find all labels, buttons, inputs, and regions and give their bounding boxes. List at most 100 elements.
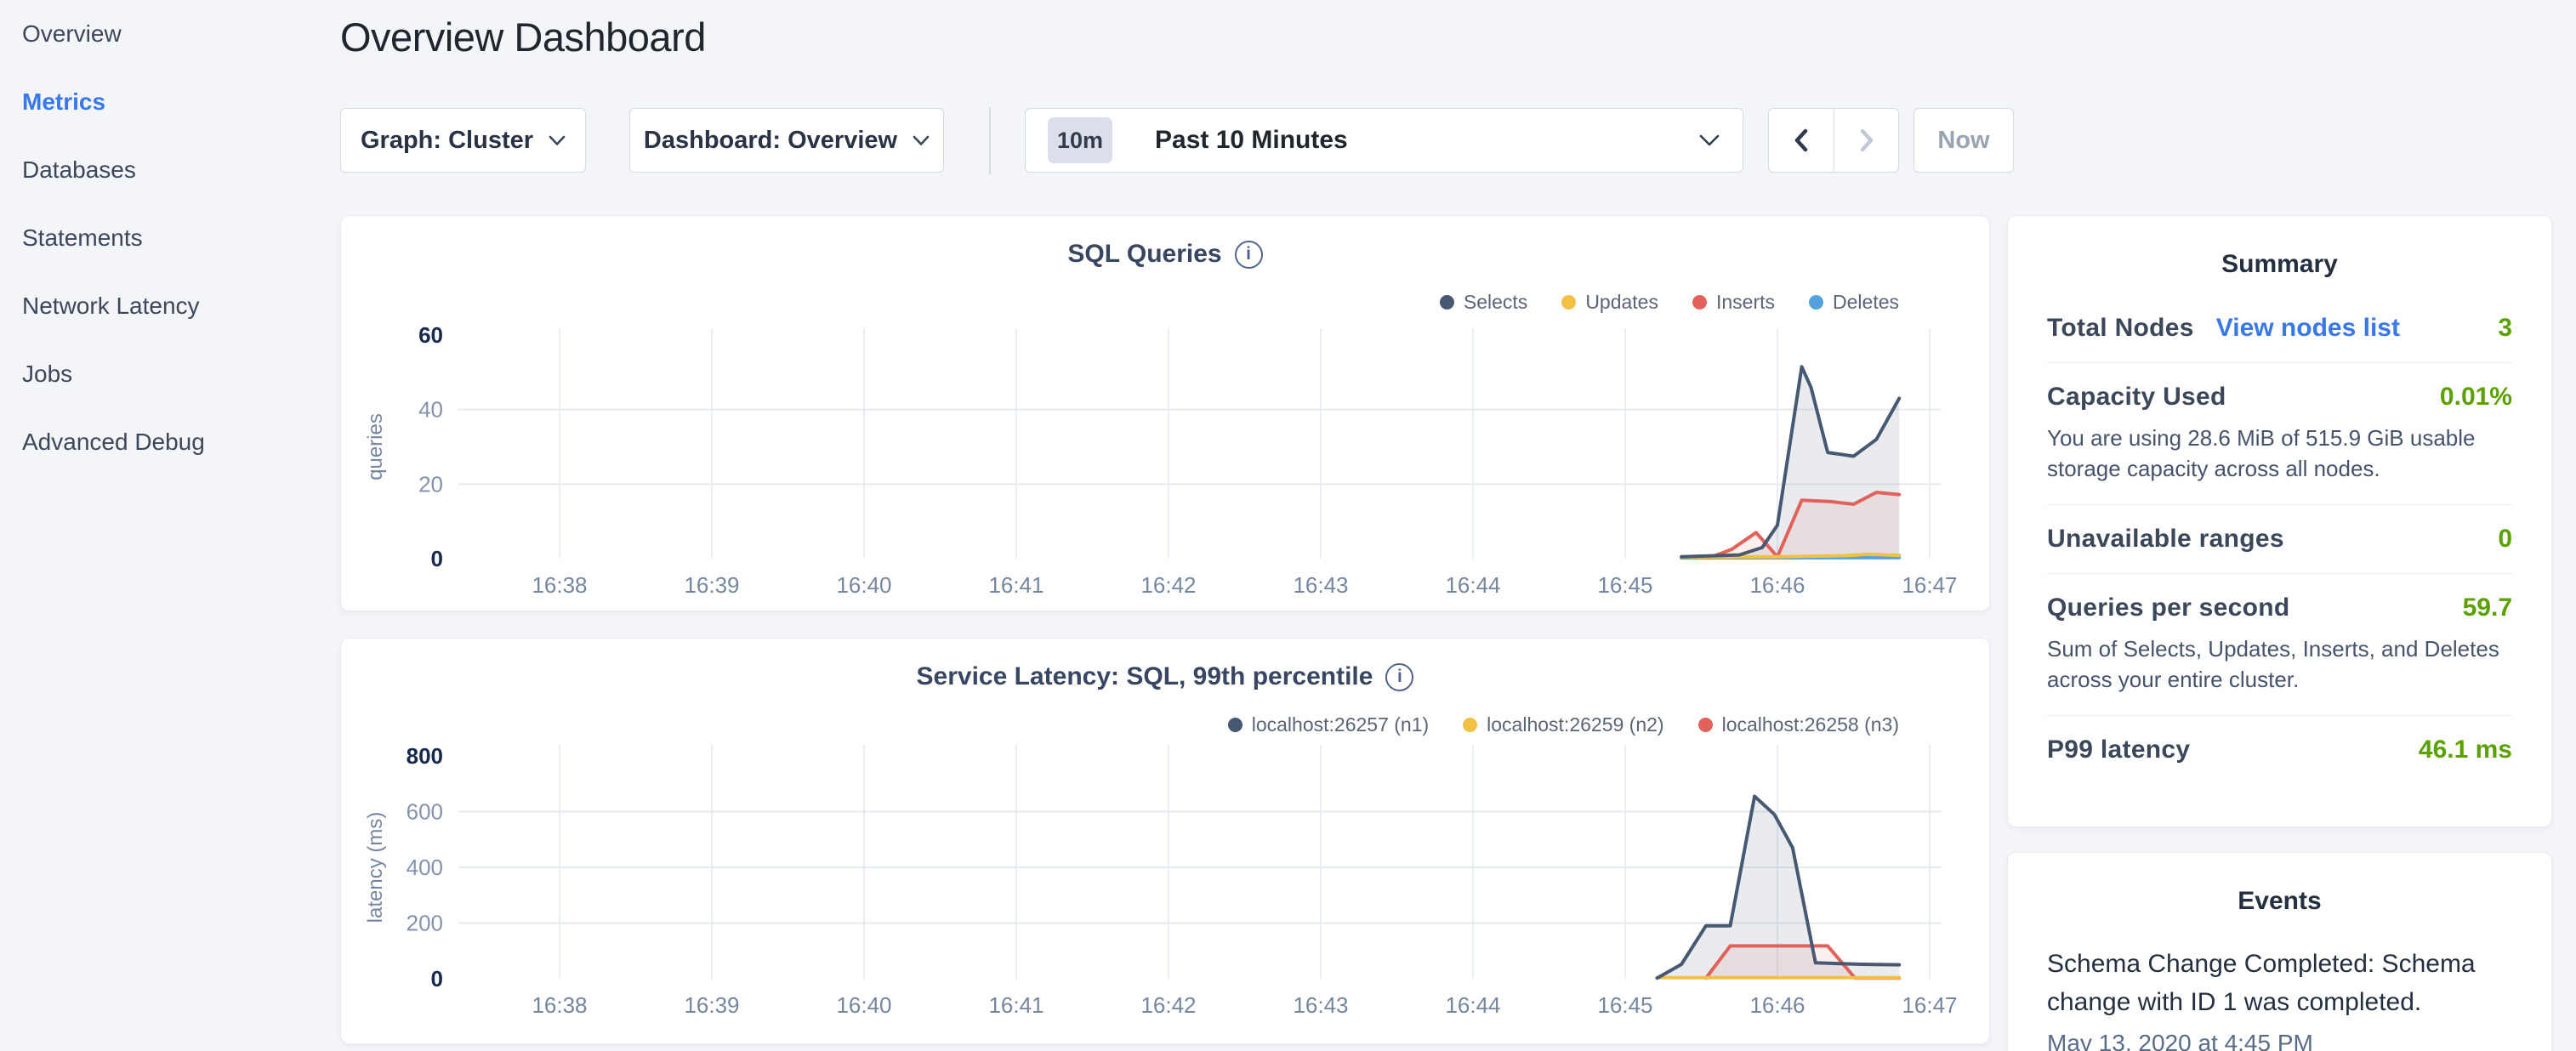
summary-desc: You are using 28.6 MiB of 515.9 GiB usab… — [2047, 423, 2512, 485]
sidebar-item-network-latency[interactable]: Network Latency — [0, 272, 340, 340]
summary-value: 3 — [2498, 314, 2512, 343]
summary-row-capacity-used: Capacity Used 0.01% You are using 28.6 M… — [2047, 363, 2512, 505]
chevron-left-icon — [1793, 128, 1810, 153]
y-tick-label: 40 — [418, 397, 443, 423]
dashboard-dropdown-label: Dashboard: Overview — [644, 127, 897, 155]
legend-dot-icon — [1440, 295, 1454, 310]
x-tick-label: 16:45 — [1597, 572, 1652, 598]
x-tick-label: 16:47 — [1902, 992, 1957, 1018]
legend-label: Inserts — [1716, 291, 1775, 314]
x-tick-label: 16:44 — [1445, 992, 1500, 1018]
summary-label: P99 latency — [2047, 736, 2190, 764]
summary-value: 0 — [2498, 525, 2512, 554]
summary-label: Queries per second — [2047, 594, 2290, 622]
summary-panel: Summary Total Nodes View nodes list 3 Ca… — [2007, 215, 2552, 827]
chart-title: Service Latency: SQL, 99th percentile — [917, 662, 1373, 691]
x-tick-label: 16:38 — [532, 572, 587, 598]
x-tick-label: 16:47 — [1902, 572, 1957, 598]
legend-label: localhost:26258 (n3) — [1722, 713, 1899, 736]
summary-value: 59.7 — [2463, 594, 2512, 622]
y-tick-label: 60 — [418, 322, 443, 348]
sidebar-item-advanced-debug[interactable]: Advanced Debug — [0, 408, 340, 476]
legend-dot-icon — [1463, 718, 1477, 732]
legend-item[interactable]: localhost:26257 (n1) — [1228, 713, 1429, 736]
legend-label: Deletes — [1833, 291, 1899, 314]
graph-scope-dropdown-label: Graph: Cluster — [361, 127, 533, 155]
info-icon[interactable] — [1385, 663, 1413, 691]
sidebar-item-metrics[interactable]: Metrics — [0, 68, 340, 136]
summary-label: Capacity Used — [2047, 383, 2226, 412]
metrics-page: Overview Metrics Databases Statements Ne… — [0, 0, 2576, 1051]
events-panel: Events Schema Change Completed: Schema c… — [2007, 852, 2552, 1051]
chart-title-row: Service Latency: SQL, 99th percentile — [341, 662, 1989, 691]
summary-value: 0.01% — [2440, 383, 2512, 412]
toolbar-divider — [989, 107, 991, 174]
x-tick-label: 16:43 — [1293, 992, 1348, 1018]
summary-row-unavailable-ranges: Unavailable ranges 0 — [2047, 505, 2512, 574]
legend-label: Selects — [1464, 291, 1527, 314]
legend-dot-icon — [1809, 295, 1823, 310]
sidebar-item-jobs[interactable]: Jobs — [0, 340, 340, 408]
summary-desc: Sum of Selects, Updates, Inserts, and De… — [2047, 633, 2512, 696]
legend-dot-icon — [1698, 718, 1713, 732]
legend-item[interactable]: Inserts — [1692, 291, 1775, 314]
time-range-select[interactable]: 10m Past 10 Minutes — [1025, 108, 1743, 173]
y-axis-unit-label: queries — [364, 413, 387, 480]
x-tick-label: 16:43 — [1293, 572, 1348, 598]
sidebar-item-statements[interactable]: Statements — [0, 204, 340, 272]
legend-dot-icon — [1692, 295, 1707, 310]
time-back-button[interactable] — [1769, 109, 1834, 172]
sidebar-item-overview[interactable]: Overview — [0, 0, 340, 68]
y-tick-label: 0 — [431, 966, 443, 991]
y-tick-label: 200 — [407, 911, 443, 936]
chevron-down-icon — [913, 135, 930, 146]
time-pager — [1768, 108, 1899, 173]
y-tick-label: 400 — [407, 855, 443, 880]
info-icon[interactable] — [1235, 241, 1263, 269]
y-tick-label: 600 — [407, 799, 443, 825]
x-tick-label: 16:45 — [1597, 992, 1652, 1018]
now-button[interactable]: Now — [1914, 108, 2014, 173]
sql-queries-plot: 16:3816:3916:4016:4116:4216:4316:4416:45… — [358, 320, 1957, 605]
y-axis-unit-label: latency (ms) — [364, 812, 387, 923]
service-latency-chart-card: Service Latency: SQL, 99th percentile lo… — [340, 638, 1990, 1044]
legend-item[interactable]: localhost:26258 (n3) — [1698, 713, 1899, 736]
events-title: Events — [2047, 853, 2512, 916]
chart-title-row: SQL Queries — [341, 240, 1989, 269]
sidebar-item-databases[interactable]: Databases — [0, 136, 340, 204]
summary-label: Unavailable ranges — [2047, 525, 2284, 554]
summary-rows: Total Nodes View nodes list 3 Capacity U… — [2047, 294, 2512, 784]
summary-row-total-nodes: Total Nodes View nodes list 3 — [2047, 294, 2512, 363]
graph-scope-dropdown[interactable]: Graph: Cluster — [340, 108, 586, 173]
dashboard-dropdown[interactable]: Dashboard: Overview — [629, 108, 944, 173]
legend-item[interactable]: Selects — [1440, 291, 1527, 314]
chevron-down-icon — [549, 135, 566, 146]
legend-label: localhost:26259 (n2) — [1487, 713, 1663, 736]
summary-label: Total Nodes — [2047, 314, 2194, 343]
x-tick-label: 16:44 — [1445, 572, 1500, 598]
x-tick-label: 16:38 — [532, 992, 587, 1018]
page-title: Overview Dashboard — [340, 14, 706, 60]
x-tick-label: 16:46 — [1749, 572, 1805, 598]
legend-dot-icon — [1228, 718, 1243, 732]
legend-item[interactable]: Deletes — [1809, 291, 1899, 314]
summary-title: Summary — [2047, 216, 2512, 279]
chevron-down-icon — [1698, 134, 1720, 147]
x-tick-label: 16:42 — [1140, 992, 1196, 1018]
chart-svg: 16:3816:3916:4016:4116:4216:4316:4416:45… — [358, 736, 1957, 1021]
y-tick-label: 800 — [407, 743, 443, 769]
y-tick-label: 0 — [431, 546, 443, 571]
time-forward-button[interactable] — [1834, 109, 1898, 172]
view-nodes-list-link[interactable]: View nodes list — [2216, 314, 2400, 343]
legend-item[interactable]: Updates — [1561, 291, 1658, 314]
event-item-text[interactable]: Schema Change Completed: Schema change w… — [2047, 945, 2512, 1021]
x-tick-label: 16:46 — [1749, 992, 1805, 1018]
x-tick-label: 16:41 — [988, 572, 1043, 598]
series-area — [1709, 492, 1899, 559]
chart-legend: localhost:26257 (n1) localhost:26259 (n2)… — [1228, 713, 1899, 736]
summary-value: 46.1 ms — [2419, 736, 2512, 764]
chevron-right-icon — [1858, 128, 1875, 153]
legend-dot-icon — [1561, 295, 1576, 310]
legend-item[interactable]: localhost:26259 (n2) — [1463, 713, 1663, 736]
x-tick-label: 16:39 — [684, 992, 739, 1018]
